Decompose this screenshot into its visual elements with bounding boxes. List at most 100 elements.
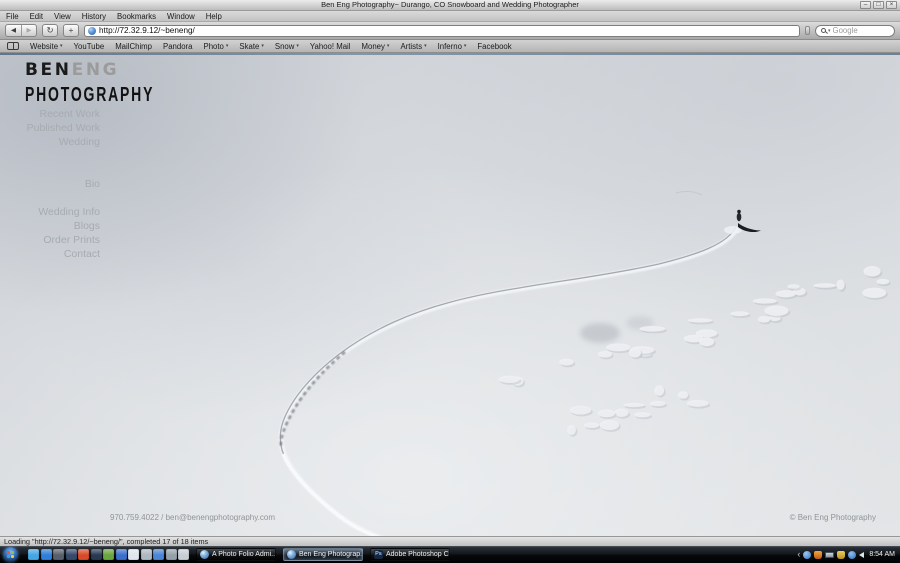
taskbar-clock[interactable]: 8:54 AM xyxy=(869,551,895,558)
chevron-down-icon: ▾ xyxy=(226,43,229,49)
start-button[interactable] xyxy=(3,547,18,562)
firefox-icon[interactable] xyxy=(66,549,77,560)
display-settings-icon[interactable] xyxy=(825,552,834,558)
sketchup-icon[interactable] xyxy=(128,549,139,560)
bookmark-label: YouTube xyxy=(74,42,105,51)
menu-view[interactable]: View xyxy=(54,12,71,21)
gray-app-icon[interactable] xyxy=(141,549,152,560)
bookmark-label: Website xyxy=(30,42,58,51)
search-bar[interactable]: ▾ xyxy=(815,25,895,37)
safari-compass-icon xyxy=(200,550,209,559)
security-shield-icon[interactable] xyxy=(814,551,822,559)
chevron-down-icon: ▾ xyxy=(296,43,299,49)
footer-contact[interactable]: 970.759.4022 / ben@benengphotography.com xyxy=(110,513,275,522)
blue-app-icon[interactable] xyxy=(116,549,127,560)
dark-app-icon[interactable] xyxy=(91,549,102,560)
media-app-icon[interactable] xyxy=(166,549,177,560)
update-shield-icon[interactable] xyxy=(837,551,845,559)
chevron-down-icon: ▾ xyxy=(261,43,264,49)
nav-wedding-info[interactable]: Wedding Info xyxy=(0,205,100,219)
bookmark-snow[interactable]: Snow▾ xyxy=(275,42,299,51)
logo-ben: BEN xyxy=(25,60,72,80)
bookmark-label: Photo xyxy=(204,42,224,51)
taskbar-button-label: Ben Eng Photograp... xyxy=(299,551,363,558)
window-title: Ben Eng Photography~ Durango, CO Snowboa… xyxy=(321,0,579,9)
bookmark-label: Facebook xyxy=(477,42,511,51)
menu-bar: File Edit View History Bookmarks Window … xyxy=(0,11,900,22)
nav-order-prints[interactable]: Order Prints xyxy=(0,233,100,247)
bookmark-label: Pandora xyxy=(163,42,192,51)
bookmark-label: Money xyxy=(362,42,385,51)
safari-compass-icon xyxy=(287,550,296,559)
bookmark-youtube[interactable]: YouTube xyxy=(74,42,105,51)
taskbar-button-ben-eng-photography[interactable]: Ben Eng Photograp... xyxy=(283,548,363,561)
menu-edit[interactable]: Edit xyxy=(30,12,43,21)
bookmark-label: Skate xyxy=(239,42,259,51)
nav-blogs[interactable]: Blogs xyxy=(0,219,100,233)
webpage-content: BENENG PHOTOGRAPHY Recent Work Published… xyxy=(0,55,900,536)
bookmark-label: Artists xyxy=(400,42,422,51)
windows-taskbar: A Photo Folio Admi... Ben Eng Photograp.… xyxy=(0,546,900,563)
url-input[interactable] xyxy=(99,26,796,35)
quick-launch xyxy=(28,549,189,560)
tray-expand-chevron-icon[interactable]: ‹ xyxy=(797,547,800,562)
volume-icon[interactable] xyxy=(859,552,864,558)
menu-file[interactable]: File xyxy=(6,12,19,21)
bookmark-skate[interactable]: Skate▾ xyxy=(239,42,263,51)
site-globe-icon xyxy=(88,27,96,35)
reload-button[interactable]: ↻ xyxy=(42,24,58,37)
bookmark-website[interactable]: Website▾ xyxy=(30,42,63,51)
bookmark-mailchimp[interactable]: MailChimp xyxy=(115,42,152,51)
nav-published-work[interactable]: Published Work xyxy=(0,121,100,135)
bookmark-pandora[interactable]: Pandora xyxy=(163,42,192,51)
nav-recent-work[interactable]: Recent Work xyxy=(0,107,100,121)
tray-app-icon[interactable] xyxy=(803,551,811,559)
winamp-icon[interactable] xyxy=(78,549,89,560)
bookmarks-bar: Website▾ YouTube MailChimp Pandora Photo… xyxy=(0,40,900,53)
menu-help[interactable]: Help xyxy=(206,12,222,21)
nav-contact[interactable]: Contact xyxy=(0,247,100,261)
bookmark-facebook[interactable]: Facebook xyxy=(477,42,511,51)
menu-window[interactable]: Window xyxy=(167,12,195,21)
back-button[interactable]: ◀ xyxy=(6,25,21,36)
add-bookmark-button[interactable]: + xyxy=(63,24,79,37)
network-globe-icon[interactable] xyxy=(848,551,856,559)
maximize-button[interactable]: □ xyxy=(873,1,884,9)
forward-button[interactable]: ▶ xyxy=(21,25,36,36)
green-app-icon[interactable] xyxy=(103,549,114,560)
bookmark-money[interactable]: Money▾ xyxy=(362,42,390,51)
site-logo[interactable]: BENENG PHOTOGRAPHY xyxy=(25,60,154,98)
skype-icon[interactable] xyxy=(28,549,39,560)
bookmark-photo[interactable]: Photo▾ xyxy=(204,42,229,51)
status-text: Loading "http://72.32.9.12/~beneng/", co… xyxy=(4,537,208,546)
bookmark-artists[interactable]: Artists▾ xyxy=(400,42,426,51)
close-button[interactable]: × xyxy=(886,1,897,9)
nav-wedding[interactable]: Wedding xyxy=(0,135,100,149)
menu-bookmarks[interactable]: Bookmarks xyxy=(117,12,156,21)
bookmark-label: Inferno xyxy=(438,42,462,51)
nav-bio[interactable]: Bio xyxy=(0,177,100,191)
chrome-icon[interactable] xyxy=(53,549,64,560)
notes-app-icon[interactable] xyxy=(178,549,189,560)
taskbar-button-label: A Photo Folio Admi... xyxy=(212,551,276,558)
logo-wordmark: BENENG xyxy=(25,60,154,80)
nav-button-group: ◀ ▶ xyxy=(5,24,37,37)
taskbar-button-photo-folio-admin[interactable]: A Photo Folio Admi... xyxy=(196,548,276,561)
bookmarks-book-icon[interactable] xyxy=(7,42,19,50)
word-icon[interactable] xyxy=(153,549,164,560)
bookmark-inferno[interactable]: Inferno▾ xyxy=(438,42,467,51)
taskbar-button-adobe-photoshop[interactable]: Ps Adobe Photoshop C... xyxy=(370,548,450,561)
snow-photo xyxy=(0,55,900,536)
minimize-button[interactable]: – xyxy=(860,1,871,9)
window-controls: – □ × xyxy=(860,1,897,9)
field-resize-handle[interactable] xyxy=(805,26,810,35)
menu-history[interactable]: History xyxy=(82,12,106,21)
site-navigation: Recent Work Published Work Wedding Bio W… xyxy=(0,107,100,261)
internet-explorer-icon[interactable] xyxy=(41,549,52,560)
address-bar[interactable] xyxy=(84,25,800,37)
bookmark-label: Yahoo! Mail xyxy=(310,42,351,51)
chevron-down-icon: ▾ xyxy=(424,43,427,49)
search-icon xyxy=(821,28,826,33)
bookmark-yahoo-mail[interactable]: Yahoo! Mail xyxy=(310,42,351,51)
search-input[interactable] xyxy=(833,26,889,35)
